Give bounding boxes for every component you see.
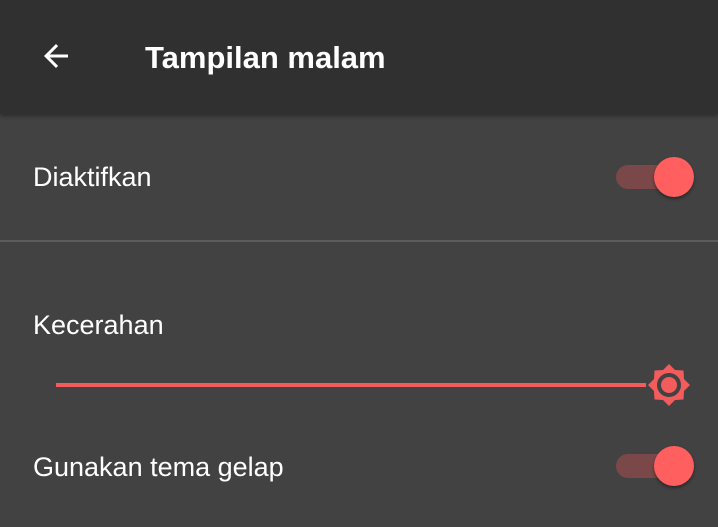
night-mode-screen: Tampilan malam Diaktifkan Kecerahan Guna… bbox=[0, 0, 718, 527]
arrow-left-icon bbox=[44, 44, 68, 68]
page-title: Tampilan malam bbox=[145, 40, 386, 75]
brightness-label: Kecerahan bbox=[33, 310, 164, 340]
enabled-label: Diaktifkan bbox=[33, 162, 152, 192]
setting-row-dark-theme[interactable]: Gunakan tema gelap bbox=[0, 422, 718, 512]
toggle-thumb bbox=[654, 446, 694, 486]
app-bar: Tampilan malam bbox=[0, 0, 718, 114]
slider-track-filled bbox=[56, 383, 646, 387]
slider-thumb[interactable] bbox=[646, 362, 692, 408]
brightness-icon bbox=[648, 364, 690, 406]
dark-theme-label: Gunakan tema gelap bbox=[33, 452, 284, 482]
setting-row-enabled[interactable]: Diaktifkan bbox=[0, 114, 718, 240]
toggle-thumb bbox=[654, 157, 694, 197]
back-button[interactable] bbox=[24, 24, 88, 88]
brightness-slider[interactable] bbox=[56, 362, 692, 408]
enabled-toggle[interactable] bbox=[614, 153, 694, 201]
dark-theme-toggle[interactable] bbox=[614, 442, 694, 490]
